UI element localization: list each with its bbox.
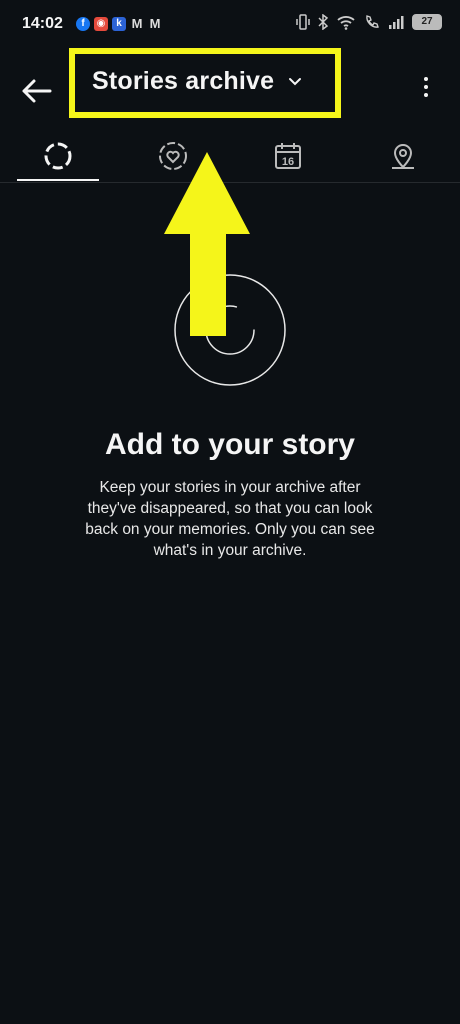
annotation-arrow: [164, 152, 250, 336]
calendar-date-label: 16: [281, 156, 293, 168]
empty-state-headline: Add to your story: [104, 428, 355, 461]
tab-map[interactable]: [345, 132, 460, 180]
empty-state-description: Keep your stories in your archive after …: [85, 479, 375, 559]
arrow-left-icon: [22, 79, 52, 103]
calendar-icon: 16: [274, 143, 301, 169]
gmail-icon: M: [131, 16, 143, 31]
tab-stories[interactable]: [0, 132, 115, 181]
notification-icons: f ◉ k M M: [76, 17, 162, 31]
app-icon: ◉: [94, 17, 108, 31]
facebook-icon: f: [76, 17, 90, 31]
gmail-icon: M: [149, 16, 161, 31]
stories-ring-icon: [44, 142, 71, 170]
kk-icon: k: [112, 17, 126, 31]
battery-icon: 27: [412, 14, 442, 30]
bluetooth-icon: [318, 14, 328, 30]
chevron-down-icon: [289, 78, 301, 86]
more-vertical-icon: [424, 77, 428, 81]
wifi-icon: [337, 16, 355, 30]
page-title: Stories archive: [92, 67, 275, 95]
vibrate-icon: [296, 14, 310, 30]
status-time: 14:02: [22, 15, 63, 32]
signal-icon: [389, 16, 404, 29]
more-vertical-icon-dot: [424, 85, 428, 89]
call-icon: [366, 15, 379, 28]
system-icons: 27: [296, 14, 442, 30]
location-pin-icon: [391, 144, 414, 169]
more-vertical-icon-dot: [424, 93, 428, 97]
title-highlight-box[interactable]: Stories archive: [69, 48, 341, 118]
back-button[interactable]: [18, 73, 54, 109]
status-bar: 14:02 f ◉ k M M 27: [0, 0, 460, 52]
app-bar: Stories archive: [0, 48, 460, 125]
more-options-button[interactable]: [422, 77, 430, 105]
